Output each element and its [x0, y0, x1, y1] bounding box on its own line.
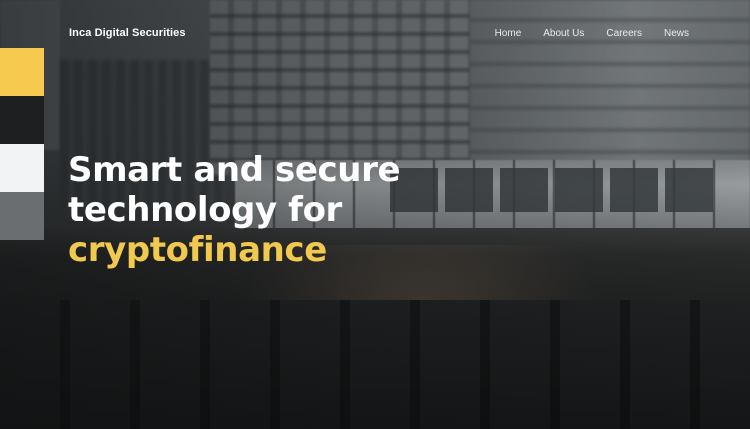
- color-swatches: [0, 48, 44, 240]
- nav-about-us[interactable]: About Us: [543, 28, 584, 39]
- swatch-gray: [0, 192, 44, 240]
- nav-home[interactable]: Home: [495, 28, 522, 39]
- headline-line-2: technology for: [68, 190, 342, 230]
- swatch-black: [0, 96, 44, 144]
- hero-headline: Smart and secure technology for cryptofi…: [68, 150, 401, 270]
- nav-news[interactable]: News: [664, 28, 689, 39]
- swatch-yellow: [0, 48, 44, 96]
- headline-accent: cryptofinance: [68, 230, 327, 270]
- swatch-white: [0, 144, 44, 192]
- main-nav: Home About Us Careers News: [495, 28, 689, 39]
- brand-logo-link[interactable]: Inca Digital Securities: [69, 27, 186, 39]
- headline-line-1: Smart and secure: [68, 150, 401, 190]
- nav-careers[interactable]: Careers: [606, 28, 642, 39]
